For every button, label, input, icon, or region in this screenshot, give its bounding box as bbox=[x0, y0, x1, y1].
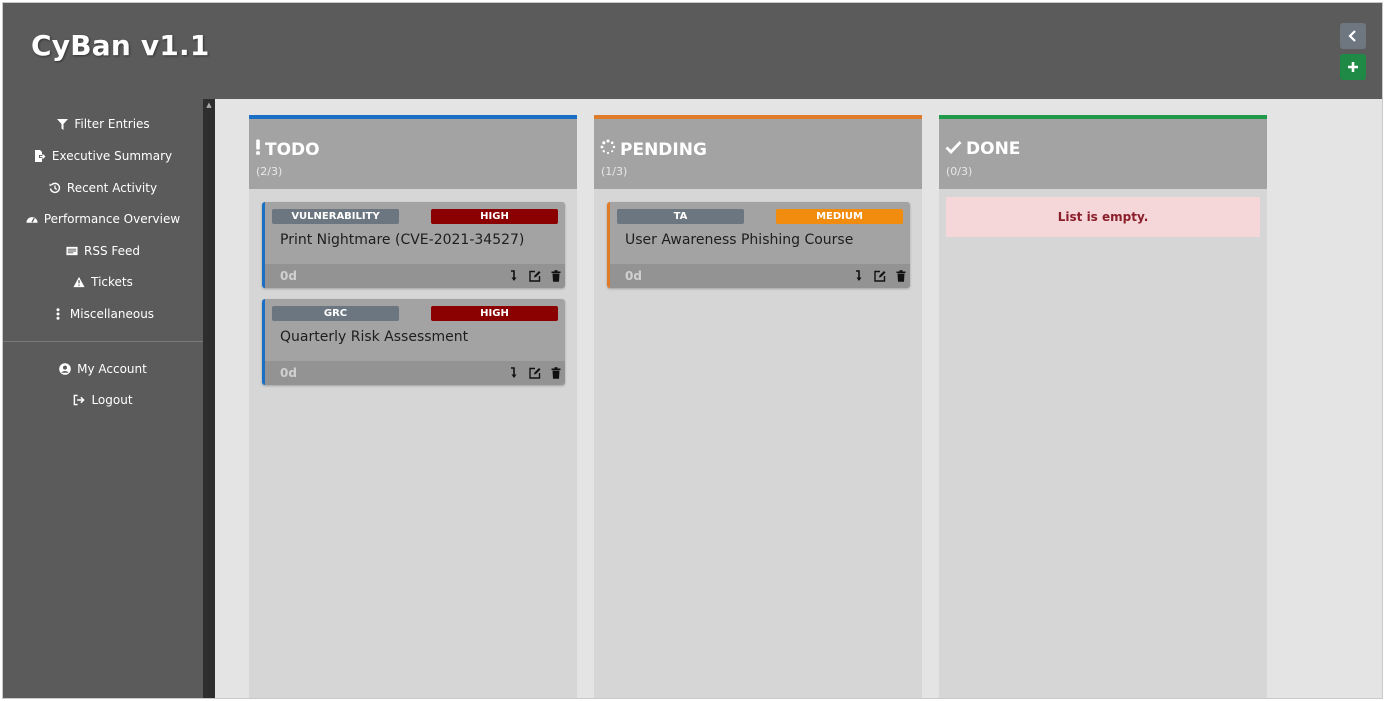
column-pending: PENDING (1/3) TA MEDIUM User Awareness P… bbox=[594, 115, 922, 698]
trash-icon[interactable] bbox=[894, 269, 907, 282]
type-badge: GRC bbox=[272, 306, 399, 321]
sidebar-item-label: My Account bbox=[77, 362, 147, 376]
card-age: 0d bbox=[280, 366, 297, 380]
ellipsis-vertical-icon bbox=[52, 308, 64, 320]
column-todo: TODO (2/3) VULNERABILITY HIGH Print Nigh… bbox=[249, 115, 577, 698]
column-header: TODO (2/3) bbox=[249, 115, 577, 189]
card-footer: 0d bbox=[265, 361, 565, 385]
sidebar-item-performance-overview[interactable]: Performance Overview bbox=[3, 207, 203, 231]
column-count: (2/3) bbox=[256, 165, 283, 178]
ticket-card[interactable]: TA MEDIUM User Awareness Phishing Course… bbox=[607, 202, 910, 288]
sidebar-item-label: Executive Summary bbox=[51, 149, 173, 163]
export-file-icon bbox=[34, 150, 46, 162]
column-done: DONE (0/3) List is empty. bbox=[939, 115, 1267, 698]
column-title: PENDING bbox=[600, 139, 707, 160]
sidebar-item-label: Tickets bbox=[91, 275, 133, 289]
priority-badge: HIGH bbox=[431, 306, 558, 321]
tachometer-icon bbox=[26, 213, 38, 225]
move-down-icon[interactable] bbox=[507, 366, 520, 379]
sidebar-item-miscellaneous[interactable]: Miscellaneous bbox=[3, 302, 203, 326]
edit-icon[interactable] bbox=[873, 269, 886, 282]
sidebar-item-my-account[interactable]: My Account bbox=[3, 357, 203, 381]
top-header: CyBan v1.1 bbox=[3, 3, 1382, 99]
trash-icon[interactable] bbox=[549, 269, 562, 282]
column-header: PENDING (1/3) bbox=[594, 115, 922, 189]
check-icon bbox=[945, 139, 962, 159]
ticket-card[interactable]: VULNERABILITY HIGH Print Nightmare (CVE-… bbox=[262, 202, 565, 288]
card-age: 0d bbox=[280, 269, 297, 283]
type-badge: VULNERABILITY bbox=[272, 209, 399, 224]
sidebar-item-recent-activity[interactable]: Recent Activity bbox=[3, 176, 203, 200]
ticket-card[interactable]: GRC HIGH Quarterly Risk Assessment 0d bbox=[262, 299, 565, 385]
trash-icon[interactable] bbox=[549, 366, 562, 379]
sidebar: Filter Entries Executive Summary Recent … bbox=[3, 99, 203, 698]
sidebar-item-executive-summary[interactable]: Executive Summary bbox=[3, 144, 203, 168]
exclamation-icon bbox=[255, 139, 261, 160]
sidebar-item-label: Recent Activity bbox=[66, 181, 158, 195]
card-actions bbox=[507, 366, 562, 379]
column-title-text: DONE bbox=[966, 139, 1021, 159]
column-title: TODO bbox=[255, 139, 320, 160]
priority-badge: MEDIUM bbox=[776, 209, 903, 224]
app-title: CyBan v1.1 bbox=[31, 29, 210, 62]
sign-out-icon bbox=[73, 394, 86, 406]
column-title-text: TODO bbox=[265, 139, 320, 160]
sidebar-item-label: Miscellaneous bbox=[69, 307, 155, 321]
sidebar-item-filter-entries[interactable]: Filter Entries bbox=[3, 112, 203, 136]
plus-icon bbox=[1348, 62, 1358, 72]
scroll-up-arrow-icon[interactable]: ▲ bbox=[205, 101, 213, 109]
edit-icon[interactable] bbox=[528, 269, 541, 282]
type-badge: TA bbox=[617, 209, 744, 224]
priority-badge: HIGH bbox=[431, 209, 558, 224]
newspaper-icon bbox=[66, 245, 78, 257]
card-title: Quarterly Risk Assessment bbox=[280, 329, 469, 345]
card-actions bbox=[507, 269, 562, 282]
add-entry-button[interactable] bbox=[1340, 54, 1366, 80]
app-frame: CyBan v1.1 Filter Entries Executive Summ… bbox=[2, 2, 1383, 699]
move-down-icon[interactable] bbox=[852, 269, 865, 282]
column-title-text: PENDING bbox=[620, 139, 707, 160]
column-count: (0/3) bbox=[946, 165, 973, 178]
empty-list-alert: List is empty. bbox=[946, 197, 1260, 237]
user-circle-icon bbox=[59, 363, 71, 375]
filter-icon bbox=[56, 118, 68, 130]
edit-icon[interactable] bbox=[528, 366, 541, 379]
sidebar-item-label: Filter Entries bbox=[74, 117, 150, 131]
column-header: DONE (0/3) bbox=[939, 115, 1267, 189]
column-title: DONE bbox=[945, 139, 1020, 159]
card-age: 0d bbox=[625, 269, 642, 283]
sidebar-item-tickets[interactable]: Tickets bbox=[3, 270, 203, 294]
sidebar-scrollbar[interactable] bbox=[203, 99, 215, 698]
sidebar-item-label: RSS Feed bbox=[83, 244, 140, 258]
spinner-icon bbox=[600, 139, 616, 160]
sidebar-item-label: Performance Overview bbox=[43, 212, 181, 226]
sidebar-divider bbox=[3, 341, 203, 342]
card-footer: 0d bbox=[265, 264, 565, 288]
column-count: (1/3) bbox=[601, 165, 628, 178]
history-icon bbox=[49, 182, 61, 194]
sidebar-item-rss-feed[interactable]: RSS Feed bbox=[3, 239, 203, 263]
card-title: User Awareness Phishing Course bbox=[625, 232, 854, 248]
collapse-sidebar-button[interactable] bbox=[1340, 23, 1366, 49]
move-down-icon[interactable] bbox=[507, 269, 520, 282]
sidebar-item-label: Logout bbox=[91, 393, 133, 407]
sidebar-item-logout[interactable]: Logout bbox=[3, 388, 203, 412]
card-footer: 0d bbox=[610, 264, 910, 288]
chevron-left-icon bbox=[1348, 30, 1356, 42]
card-actions bbox=[852, 269, 907, 282]
warning-icon bbox=[73, 276, 85, 288]
card-title: Print Nightmare (CVE-2021-34527) bbox=[280, 232, 525, 248]
